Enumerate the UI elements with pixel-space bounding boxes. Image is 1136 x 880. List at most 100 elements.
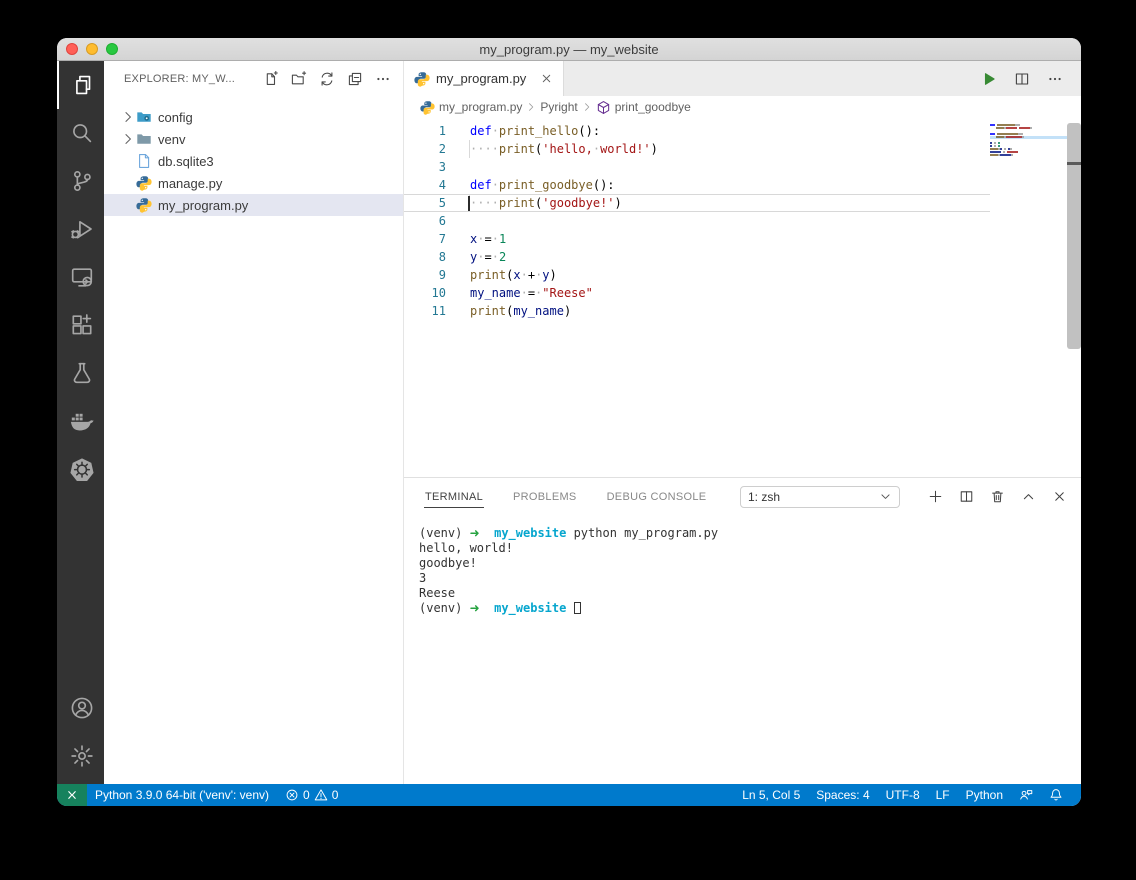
collapse-folders-button[interactable] bbox=[347, 71, 363, 87]
terminal-shell-select[interactable]: 1: zsh bbox=[740, 486, 900, 508]
breadcrumb-item-Pyright[interactable]: Pyright bbox=[540, 100, 577, 114]
minimap-segment bbox=[1000, 154, 1011, 156]
indent-guide bbox=[469, 140, 470, 158]
line-content: print(my_name) bbox=[470, 302, 571, 320]
activity-item-settings[interactable] bbox=[57, 732, 104, 780]
line-number[interactable]: 11 bbox=[404, 302, 450, 320]
activity-item-kubernetes[interactable] bbox=[57, 445, 104, 493]
status-feedback[interactable] bbox=[1011, 784, 1041, 806]
status-eol[interactable]: LF bbox=[928, 784, 958, 806]
code-line-1[interactable]: 1def·print_hello(): bbox=[404, 122, 990, 140]
status-indentation[interactable]: Spaces: 4 bbox=[808, 784, 877, 806]
activity-item-testing[interactable] bbox=[57, 349, 104, 397]
panel-tab-problems[interactable]: PROBLEMS bbox=[512, 486, 578, 508]
code-token: print bbox=[470, 304, 506, 318]
maximize-panel-button[interactable] bbox=[1021, 489, 1036, 504]
zoom-window-button[interactable] bbox=[106, 43, 118, 55]
close-tab-icon[interactable] bbox=[540, 72, 553, 85]
code-line-10[interactable]: 10 my_name·=·"Reese" bbox=[404, 284, 990, 302]
minimap[interactable] bbox=[990, 118, 1067, 477]
minimize-window-button[interactable] bbox=[86, 43, 98, 55]
kill-terminal-button[interactable] bbox=[990, 489, 1005, 504]
code-line-6[interactable]: 6 bbox=[404, 212, 990, 230]
line-number[interactable]: 4 bbox=[404, 176, 450, 194]
code-line-3[interactable]: 3 bbox=[404, 158, 990, 176]
activity-item-search[interactable] bbox=[57, 109, 104, 157]
file-tree-item-config[interactable]: config bbox=[104, 106, 403, 128]
activity-item-docker[interactable] bbox=[57, 397, 104, 445]
new-folder-button[interactable] bbox=[291, 71, 307, 87]
line-number[interactable]: 1 bbox=[404, 122, 450, 140]
code-line-9[interactable]: 9 print(x·+·y) bbox=[404, 266, 990, 284]
minimap-line bbox=[990, 154, 1067, 157]
panel-tab-debug-console[interactable]: DEBUG CONSOLE bbox=[606, 486, 708, 508]
breadcrumb-item-print_goodbye[interactable]: print_goodbye bbox=[596, 100, 691, 115]
minimap-segment bbox=[998, 142, 1000, 144]
status-language-mode[interactable]: Python bbox=[958, 784, 1011, 806]
activity-item-run-and-debug[interactable] bbox=[57, 205, 104, 253]
status-cursor-position[interactable]: Ln 5, Col 5 bbox=[734, 784, 808, 806]
status-notifications[interactable] bbox=[1041, 784, 1071, 806]
activity-item-extensions[interactable] bbox=[57, 301, 104, 349]
line-number[interactable]: 3 bbox=[404, 158, 450, 176]
refresh-explorer-button[interactable] bbox=[319, 71, 335, 87]
activity-item-explorer[interactable] bbox=[57, 61, 104, 109]
new-file-button[interactable] bbox=[263, 71, 279, 87]
views-more-actions-button[interactable] bbox=[375, 71, 391, 87]
editor-tab-bar: my_program.py bbox=[404, 61, 1081, 96]
file-tree-item-my_program.py[interactable]: my_program.py bbox=[104, 194, 403, 216]
activity-item-accounts[interactable] bbox=[57, 684, 104, 732]
status-problems[interactable]: 00 bbox=[277, 784, 346, 806]
activity-item-source-control[interactable] bbox=[57, 157, 104, 205]
breadcrumb-item-my_program.py[interactable]: my_program.py bbox=[420, 100, 522, 115]
line-number[interactable]: 7 bbox=[404, 230, 450, 248]
activity-item-remote-explorer[interactable] bbox=[57, 253, 104, 301]
symbol-method-icon bbox=[596, 100, 611, 115]
traffic-lights bbox=[66, 43, 118, 55]
terminal-text: goodbye! bbox=[419, 556, 477, 570]
overview-cursor-decoration bbox=[1067, 162, 1081, 165]
code-editor[interactable]: 1def·print_hello():2····print('hello,·wo… bbox=[404, 118, 990, 477]
status-python-interpreter[interactable]: Python 3.9.0 64-bit ('venv': venv) bbox=[87, 784, 277, 806]
split-terminal-button[interactable] bbox=[959, 489, 974, 504]
file-tree-item-venv[interactable]: venv bbox=[104, 128, 403, 150]
line-number[interactable]: 8 bbox=[404, 248, 450, 266]
code-line-2[interactable]: 2····print('hello,·world!') bbox=[404, 140, 990, 158]
minimap-segment bbox=[997, 133, 1018, 135]
status-remote-indicator[interactable] bbox=[57, 784, 87, 806]
scrollbar-thumb[interactable] bbox=[1067, 123, 1081, 349]
status-label: Spaces: 4 bbox=[816, 788, 869, 802]
minimap-segment bbox=[1010, 148, 1012, 150]
code-line-8[interactable]: 8y·=·2 bbox=[404, 248, 990, 266]
new-terminal-button[interactable] bbox=[928, 489, 943, 504]
code-token: x bbox=[513, 268, 520, 282]
line-number[interactable]: 9 bbox=[404, 266, 450, 284]
line-content: my_name·=·"Reese" bbox=[470, 284, 593, 302]
code-line-5[interactable]: 5····print('goodbye!') bbox=[404, 194, 990, 212]
terminal-text bbox=[566, 601, 573, 615]
line-number[interactable]: 2 bbox=[404, 140, 450, 158]
editor-tab-my_program.py[interactable]: my_program.py bbox=[404, 61, 564, 96]
terminal-text: Reese bbox=[419, 586, 455, 600]
close-panel-button[interactable] bbox=[1052, 489, 1067, 504]
line-number[interactable]: 6 bbox=[404, 212, 450, 230]
panel-tab-terminal[interactable]: TERMINAL bbox=[424, 486, 484, 508]
split-editor-button[interactable] bbox=[1014, 71, 1030, 87]
code-token: = bbox=[528, 286, 535, 300]
more-actions-button[interactable] bbox=[1047, 71, 1063, 87]
code-line-4[interactable]: 4def·print_goodbye(): bbox=[404, 176, 990, 194]
code-line-7[interactable]: 7x·=·1 bbox=[404, 230, 990, 248]
code-token: print bbox=[499, 142, 535, 156]
file-tree-item-db.sqlite3[interactable]: db.sqlite3 bbox=[104, 150, 403, 172]
close-window-button[interactable] bbox=[66, 43, 78, 55]
code-line-11[interactable]: 11 print(my_name) bbox=[404, 302, 990, 320]
line-number[interactable]: 5 bbox=[404, 195, 450, 211]
run-python-file-button[interactable] bbox=[981, 71, 997, 87]
code-token: print_goodbye bbox=[499, 178, 593, 192]
window-title: my_program.py — my_website bbox=[479, 42, 658, 57]
terminal[interactable]: (venv) ➜ my_website python my_program.py… bbox=[404, 515, 1081, 784]
line-content: print(x·+·y) bbox=[470, 266, 557, 284]
line-number[interactable]: 10 bbox=[404, 284, 450, 302]
status-encoding[interactable]: UTF-8 bbox=[878, 784, 928, 806]
file-tree-item-manage.py[interactable]: manage.py bbox=[104, 172, 403, 194]
